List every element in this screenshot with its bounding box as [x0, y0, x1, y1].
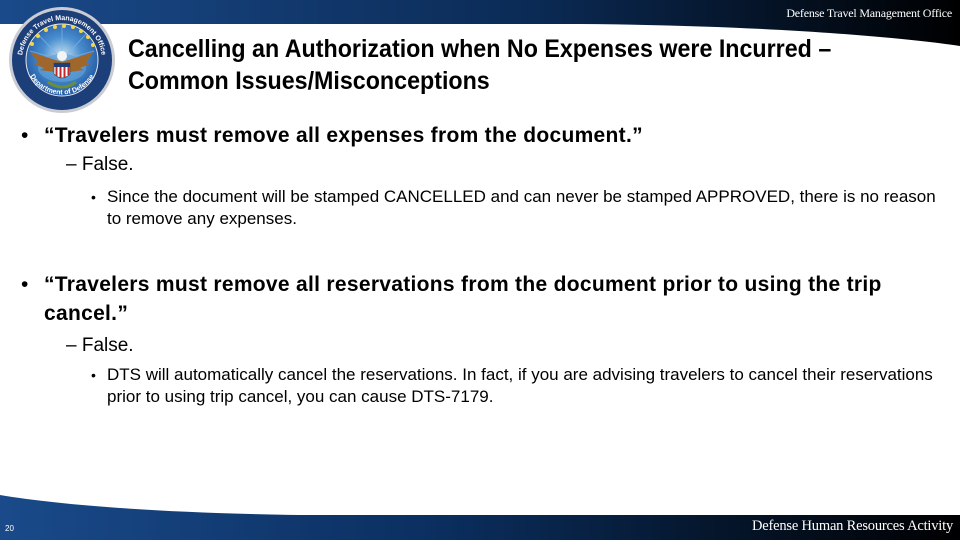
- claim-text: “Travelers must remove all reservations …: [44, 273, 882, 325]
- claim-1: • “Travelers must remove all expenses fr…: [21, 121, 944, 150]
- explanation-text: DTS will automatically cancel the reserv…: [107, 365, 933, 406]
- footer-organization: Defense Human Resources Activity: [752, 518, 953, 534]
- bullet-icon: •: [91, 189, 96, 205]
- claim-2: • “Travelers must remove all reservation…: [21, 270, 944, 328]
- bullet-icon: •: [21, 124, 29, 147]
- header-organization: Defense Travel Management Office: [786, 6, 952, 20]
- claim-text: “Travelers must remove all expenses from…: [44, 124, 643, 147]
- verdict-1: – False.: [66, 154, 134, 175]
- explanation-2: • DTS will automatically cancel the rese…: [91, 364, 937, 408]
- page-number: 20: [5, 524, 14, 533]
- dtmo-seal-logo: Defense Travel Management Office Departm…: [8, 6, 116, 114]
- bullet-icon: •: [21, 273, 29, 296]
- explanation-1: • Since the document will be stamped CAN…: [91, 186, 937, 230]
- explanation-text: Since the document will be stamped CANCE…: [107, 187, 936, 228]
- bullet-icon: •: [91, 367, 96, 383]
- verdict-2: – False.: [66, 335, 134, 356]
- slide-title: Cancelling an Authorization when No Expe…: [128, 35, 832, 95]
